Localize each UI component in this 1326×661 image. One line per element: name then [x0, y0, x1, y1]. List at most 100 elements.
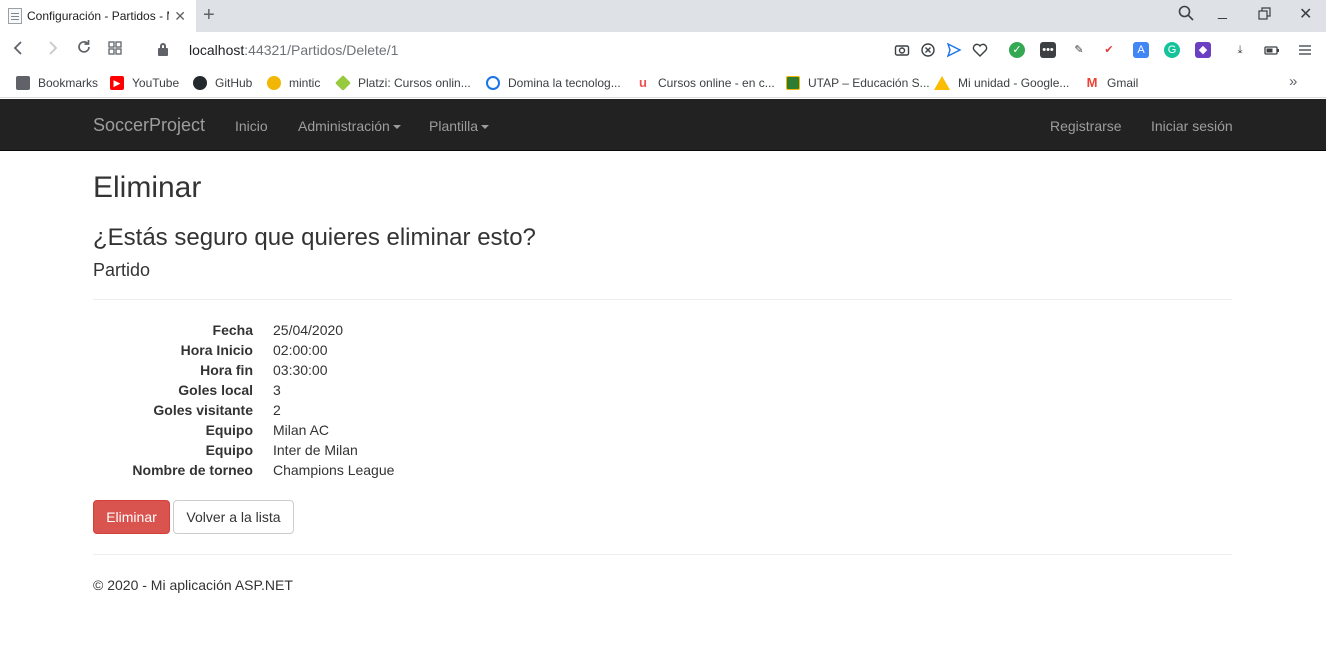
- footer-divider: [93, 554, 1232, 555]
- send-icon[interactable]: [946, 42, 962, 58]
- nav-dropdown-plantilla[interactable]: Plantilla: [429, 118, 490, 134]
- address-bar[interactable]: localhost:44321/Partidos/Delete/1: [189, 41, 398, 59]
- cube-extension-icon[interactable]: ◆: [1195, 42, 1211, 58]
- detail-row: Fecha 25/04/2020: [93, 320, 693, 340]
- detail-label: Nombre de torneo: [132, 462, 253, 478]
- detail-label: Hora Inicio: [180, 342, 253, 358]
- detail-label: Equipo: [205, 442, 253, 458]
- bookmark-label: Domina la tecnolog...: [508, 76, 621, 90]
- detail-label: Goles visitante: [153, 402, 253, 418]
- entity-name: Partido: [93, 260, 151, 280]
- detail-value: 3: [273, 382, 281, 398]
- url-host: localhost: [189, 42, 245, 58]
- tab-title: Configuración - Partidos - M: [27, 9, 169, 23]
- tab-search-icon[interactable]: [1178, 5, 1194, 27]
- page-favicon-icon: [8, 8, 22, 24]
- bookmarks-bar: Bookmarks ▶ YouTube GitHub mintic Platzi:…: [0, 68, 1326, 98]
- back-icon[interactable]: [12, 39, 26, 61]
- browser-tab[interactable]: Configuración - Partidos - M ✕: [0, 0, 196, 32]
- detail-row: Goles visitante 2: [93, 400, 693, 420]
- bookmark-item[interactable]: Domina la tecnolog...: [486, 75, 621, 91]
- login-link[interactable]: Iniciar sesión: [1151, 118, 1233, 134]
- details-list: Fecha 25/04/2020 Hora Inicio 02:00:00 Hora…: [93, 320, 693, 480]
- battery-icon[interactable]: [1264, 42, 1280, 58]
- heart-icon[interactable]: [972, 42, 988, 58]
- forward-icon[interactable]: [45, 39, 59, 61]
- bookmark-label: Bookmarks: [38, 76, 99, 90]
- confirm-question: ¿Estás seguro que quieres eliminar esto?: [93, 224, 536, 251]
- divider: [93, 299, 1232, 300]
- bookmark-label: Cursos online - en c...: [658, 76, 775, 90]
- brand-link[interactable]: SoccerProject: [93, 115, 205, 135]
- menu-icon[interactable]: [1297, 42, 1313, 58]
- detail-row: Nombre de torneo Champions League: [93, 460, 693, 480]
- translate-icon[interactable]: A: [1133, 42, 1149, 58]
- detail-value: 2: [273, 402, 281, 418]
- bookmark-item[interactable]: ▶ YouTube: [110, 75, 179, 91]
- page-title: Eliminar: [93, 171, 202, 204]
- block-icon[interactable]: [920, 42, 936, 58]
- google-drive-icon: [934, 76, 950, 90]
- dots-extension-icon[interactable]: •••: [1040, 42, 1056, 58]
- register-link[interactable]: Registrarse: [1050, 118, 1122, 134]
- detail-row: Equipo Inter de Milan: [93, 440, 693, 460]
- bookmark-label: Gmail: [1107, 76, 1139, 90]
- bookmark-label: Mi unidad - Google...: [958, 76, 1070, 90]
- download-icon[interactable]: ⤓: [1232, 42, 1248, 58]
- detail-label: Fecha: [212, 322, 253, 338]
- restore-icon[interactable]: [1258, 7, 1272, 27]
- bookmark-item[interactable]: M Gmail: [1085, 75, 1139, 91]
- check-extension-icon[interactable]: ✓: [1009, 42, 1025, 58]
- detail-value: 03:30:00: [273, 362, 328, 378]
- detail-row: Goles local 3: [93, 380, 693, 400]
- detail-label: Goles local: [178, 382, 253, 398]
- detail-value: Inter de Milan: [273, 442, 358, 458]
- caret-down-icon: [392, 125, 401, 130]
- grammarly-icon[interactable]: G: [1164, 42, 1180, 58]
- domina-icon: [486, 76, 500, 90]
- url-path: :44321/Partidos/Delete/1: [244, 42, 399, 58]
- bookmark-item[interactable]: mintic: [267, 75, 320, 91]
- bookmark-item[interactable]: GitHub: [193, 75, 252, 91]
- bookmark-label: GitHub: [215, 76, 253, 90]
- reload-icon[interactable]: [76, 39, 92, 61]
- bookmark-label: Platzi: Cursos onlin...: [358, 76, 471, 90]
- delete-button[interactable]: Eliminar: [93, 500, 170, 534]
- bookmark-item[interactable]: Platzi: Cursos onlin...: [335, 75, 471, 91]
- mintic-icon: [267, 76, 281, 90]
- platzi-icon: [335, 75, 351, 91]
- todoist-icon[interactable]: ✔: [1101, 42, 1117, 58]
- eyedropper-icon[interactable]: ✎: [1071, 42, 1087, 58]
- nav-dropdown-label: Plantilla: [429, 118, 479, 134]
- detail-row: Equipo Milan AC: [93, 420, 693, 440]
- camera-icon[interactable]: [894, 42, 910, 58]
- lock-icon[interactable]: [158, 43, 168, 56]
- github-icon: [193, 76, 207, 90]
- nav-link-inicio[interactable]: Inicio: [235, 118, 268, 134]
- bookmark-item[interactable]: u Cursos online - en c...: [636, 75, 775, 91]
- close-window-icon[interactable]: ✕: [1299, 5, 1312, 25]
- nav-dropdown-administracion[interactable]: Administración: [298, 118, 401, 134]
- caret-down-icon: [481, 125, 490, 130]
- detail-value: Champions League: [273, 462, 395, 478]
- detail-label: Hora fin: [200, 362, 253, 378]
- detail-value: 02:00:00: [273, 342, 328, 358]
- bookmark-page-icon: [16, 76, 30, 90]
- udemy-icon: u: [639, 75, 647, 90]
- bookmark-item[interactable]: Bookmarks: [16, 75, 98, 91]
- detail-value: Milan AC: [273, 422, 330, 438]
- bookmark-label: YouTube: [132, 76, 180, 90]
- apps-grid-icon[interactable]: [108, 39, 122, 61]
- bookmark-item[interactable]: UTAP – Educación S...: [786, 75, 930, 91]
- bookmark-label: UTAP – Educación S...: [808, 76, 930, 90]
- detail-row: Hora Inicio 02:00:00: [93, 340, 693, 360]
- back-to-list-button[interactable]: Volver a la lista: [173, 500, 294, 534]
- tab-close-icon[interactable]: ✕: [174, 8, 186, 24]
- new-tab-icon[interactable]: +: [203, 4, 215, 26]
- minimize-icon[interactable]: _: [1218, 2, 1227, 22]
- browser-tabstrip: Configuración - Partidos - M ✕ + _ ✕: [0, 0, 1326, 32]
- browser-toolbar: localhost:44321/Partidos/Delete/1 ✓ ••• …: [0, 32, 1326, 68]
- bookmark-item[interactable]: Mi unidad - Google...: [934, 75, 1069, 91]
- chevron-more-icon[interactable]: »: [1289, 73, 1297, 90]
- detail-row: Hora fin 03:30:00: [93, 360, 693, 380]
